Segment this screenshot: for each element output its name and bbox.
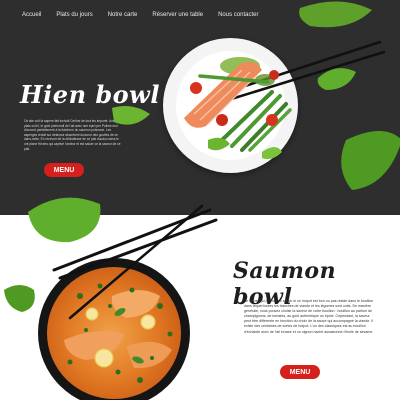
section2-menu-button[interactable]: MENU bbox=[280, 365, 320, 379]
hero-section: Accueil Plats du jours Notre carte Réser… bbox=[0, 0, 400, 215]
curry-surface bbox=[47, 267, 181, 399]
nav-link-accueil[interactable]: Accueil bbox=[22, 12, 41, 18]
plate-center bbox=[176, 51, 285, 160]
hero-title: Hien bowl bbox=[20, 80, 160, 109]
top-navigation: Accueil Plats du jours Notre carte Réser… bbox=[22, 12, 273, 18]
nav-link-reserver[interactable]: Réserver une table bbox=[152, 12, 203, 18]
hero-menu-button[interactable]: MENU bbox=[44, 163, 84, 177]
nav-link-plats-du-jours[interactable]: Plats du jours bbox=[56, 12, 92, 18]
hero-description: Os iste cult la sapere fait incividi Cer… bbox=[24, 119, 121, 151]
section2-description: Le secret qui permet de savoir si un hot… bbox=[244, 299, 374, 334]
nav-link-notre-carte[interactable]: Notre carte bbox=[108, 12, 138, 18]
nav-link-contact[interactable]: Nous contacter bbox=[218, 12, 258, 18]
